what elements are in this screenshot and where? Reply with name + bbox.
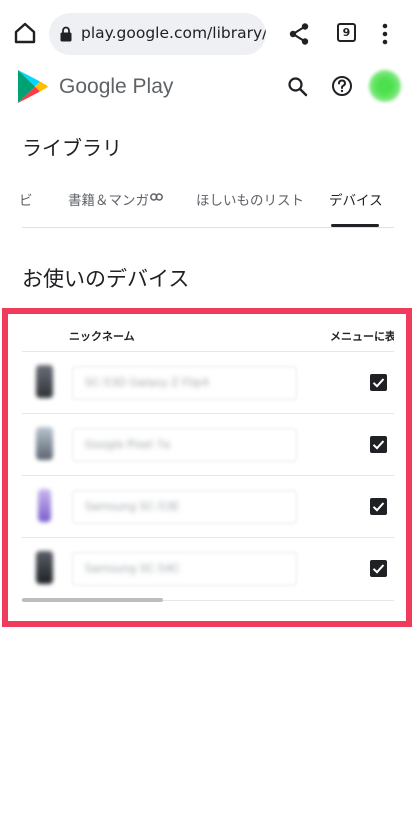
show-in-menu-checkbox[interactable] — [370, 560, 387, 577]
tab-books[interactable]: 書籍＆マンガ — [68, 189, 149, 209]
tab-partial[interactable]: ビ — [19, 189, 33, 209]
browser-toolbar: play.google.com/library/devices 9 — [0, 0, 415, 68]
avatar[interactable] — [369, 70, 401, 102]
horizontal-scrollbar[interactable] — [22, 598, 163, 602]
google-play-logo[interactable] — [16, 68, 49, 105]
device-image — [38, 489, 51, 522]
library-tabs: ビ 書籍＆マンガ ほしいものリスト デバイス — [0, 178, 415, 228]
device-image — [36, 365, 53, 398]
url-text: play.google.com/library/devices — [81, 24, 266, 42]
tab-switcher-button[interactable]: 9 — [337, 23, 356, 42]
show-in-menu-checkbox[interactable] — [370, 498, 387, 515]
table-row: Samsung SC-54C — [22, 537, 394, 599]
nickname-field[interactable]: Samsung SC-53E — [72, 490, 297, 524]
search-icon[interactable] — [287, 76, 309, 98]
device-image — [36, 427, 53, 460]
brand-name: Google Play — [59, 75, 174, 98]
help-icon[interactable] — [331, 75, 353, 97]
column-header-show-in-menu: メニューに表 — [330, 330, 394, 343]
address-bar[interactable]: play.google.com/library/devices — [49, 13, 266, 55]
lock-icon — [60, 26, 72, 42]
nickname-field[interactable]: SC-53D Galaxy Z Flip4 — [72, 366, 297, 400]
more-vert-icon[interactable] — [381, 23, 389, 45]
devices-table: ニックネーム メニューに表 SC-53D Galaxy Z Flip4 Goog… — [22, 318, 394, 608]
table-row: Google Pixel 7a — [22, 413, 394, 475]
app-header: Google Play — [0, 68, 415, 110]
nickname-field[interactable]: Google Pixel 7a — [72, 428, 297, 462]
divider — [22, 227, 394, 228]
home-icon[interactable] — [12, 20, 38, 46]
share-icon[interactable] — [288, 22, 310, 46]
column-header-nickname: ニックネーム — [69, 330, 135, 343]
tab-wishlist[interactable]: ほしいものリスト — [196, 189, 304, 209]
table-row: Samsung SC-53E — [22, 475, 394, 537]
tab-devices[interactable]: デバイス — [329, 189, 383, 209]
link-icon — [150, 193, 163, 201]
device-image — [36, 551, 53, 584]
nickname-field[interactable]: Samsung SC-54C — [72, 552, 297, 586]
show-in-menu-checkbox[interactable] — [370, 436, 387, 453]
section-title: お使いのデバイス — [22, 267, 190, 291]
show-in-menu-checkbox[interactable] — [370, 374, 387, 391]
page-title: ライブラリ — [22, 136, 122, 160]
table-row: SC-53D Galaxy Z Flip4 — [22, 351, 394, 413]
